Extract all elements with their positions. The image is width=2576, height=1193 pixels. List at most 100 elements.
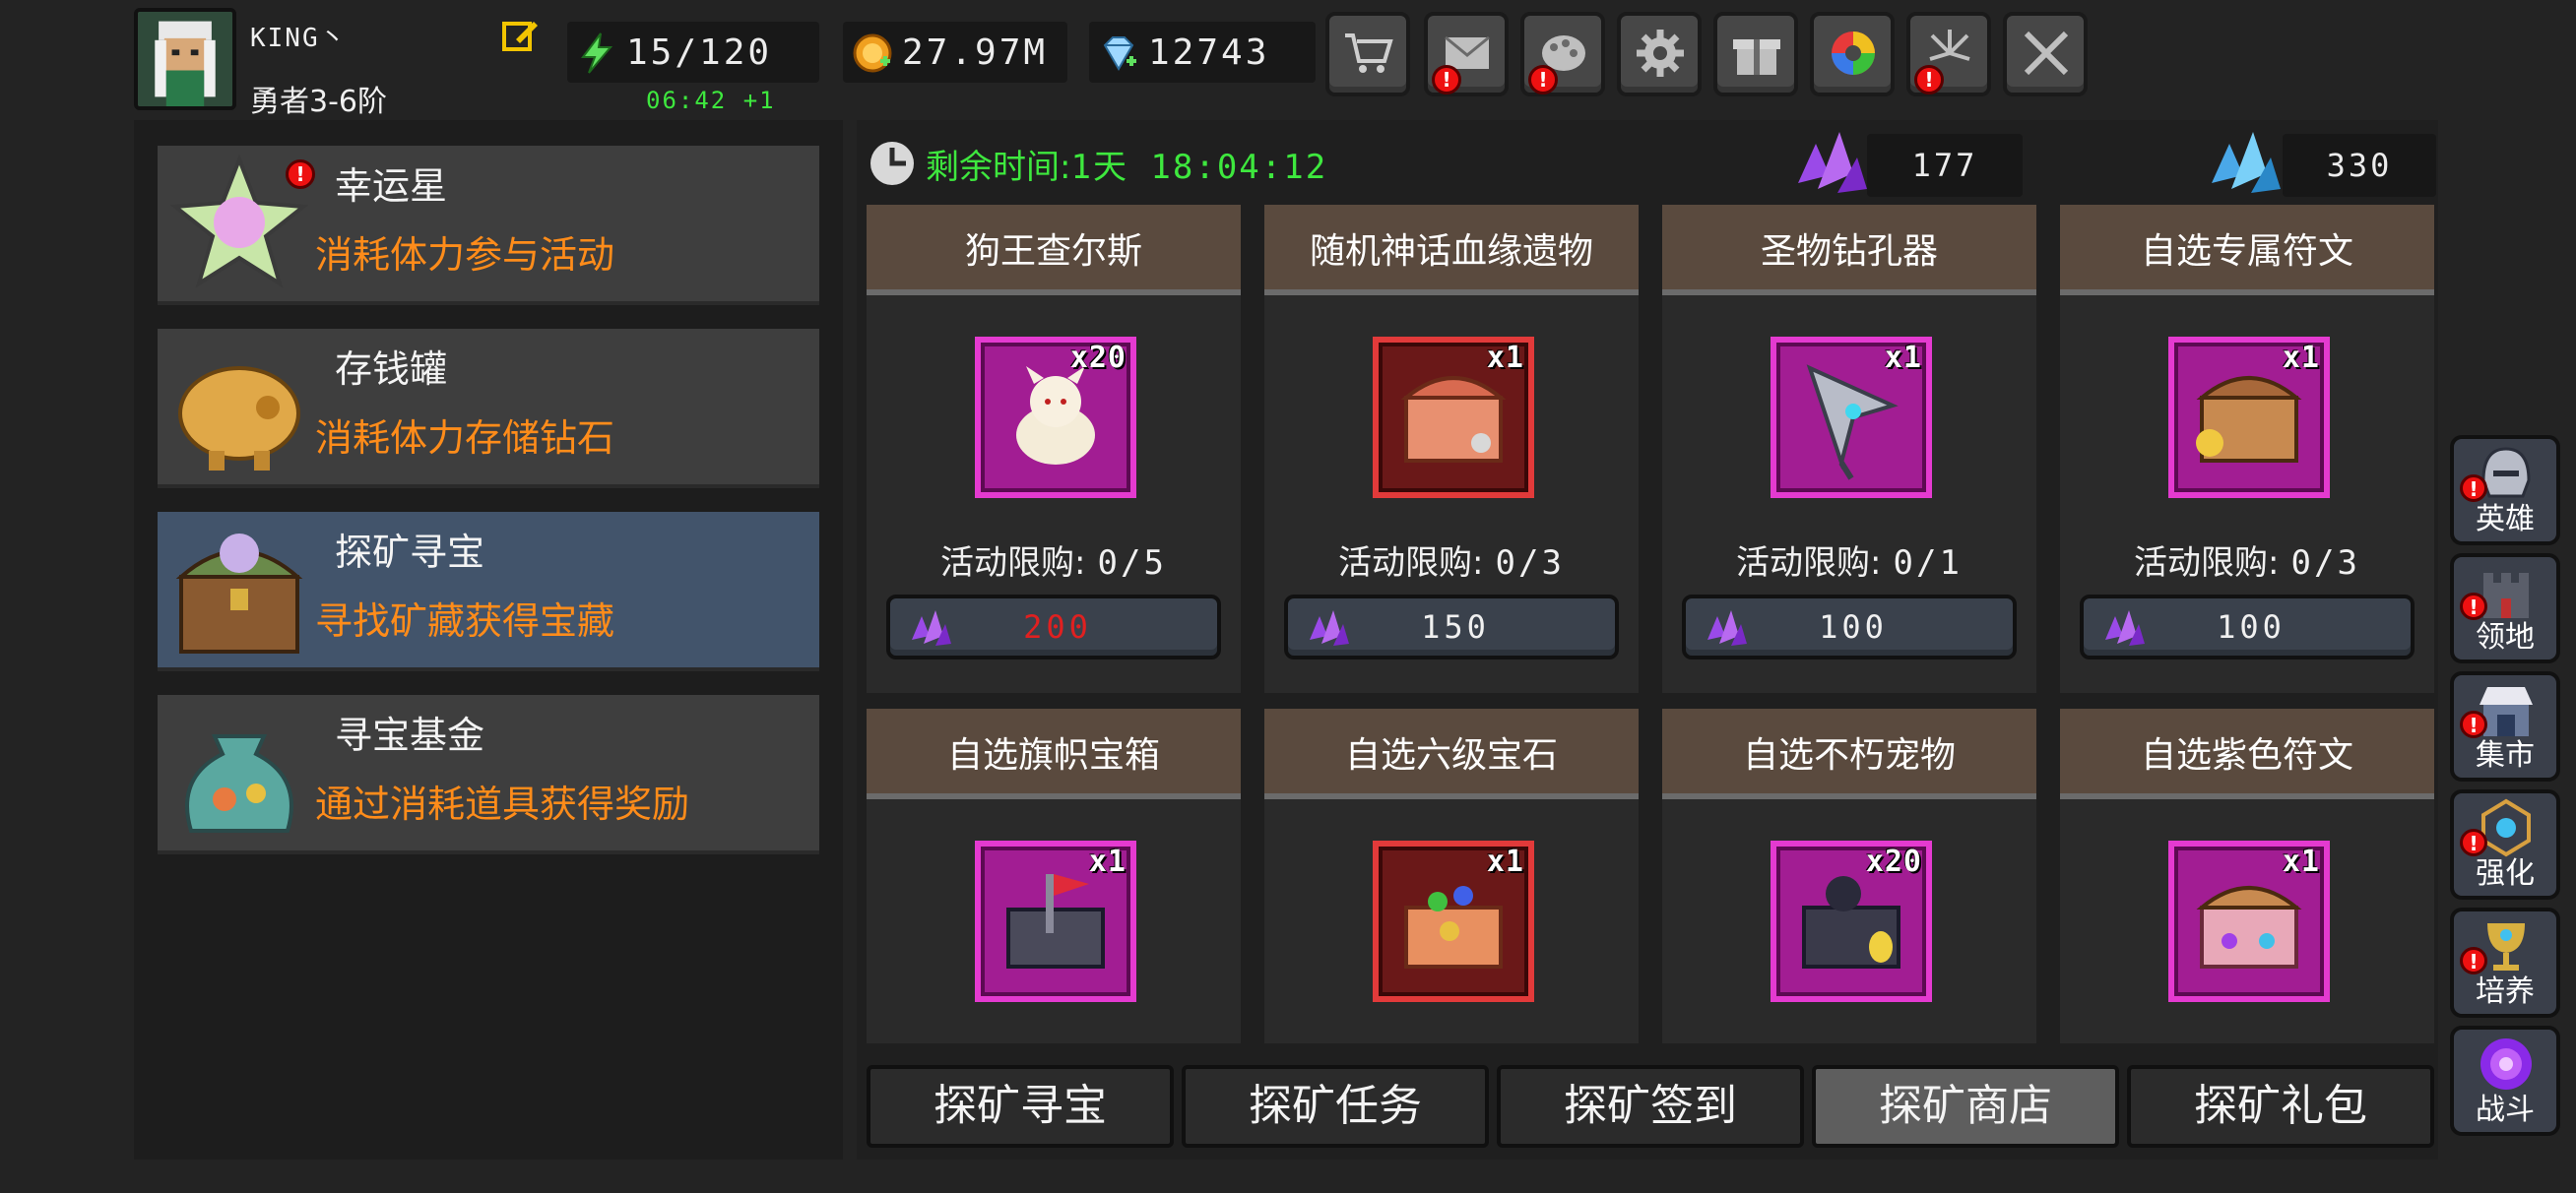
nav-label: 集市 bbox=[2476, 738, 2535, 773]
nav-label: 培养 bbox=[2476, 974, 2535, 1009]
player-avatar[interactable] bbox=[134, 8, 236, 110]
item-slot[interactable]: x1 bbox=[1373, 841, 1534, 1002]
item-quantity: x1 bbox=[1884, 341, 1922, 375]
shop-item-card: 自选专属符文 x1 活动限购: 0/3 100 bbox=[2060, 205, 2434, 693]
event-desc: 消耗体力存储钻石 bbox=[315, 416, 615, 460]
item-slot[interactable]: x1 bbox=[2168, 841, 2330, 1002]
alert-icon: ! bbox=[1432, 65, 1461, 94]
shop-item-card: 随机神话血缘遗物 x1 活动限购: 0/3 150 bbox=[1264, 205, 1639, 693]
limit-label: 活动限购: bbox=[1736, 543, 1882, 583]
color-wheel-button[interactable] bbox=[1810, 12, 1895, 96]
mail-button[interactable]: ! bbox=[1424, 12, 1509, 96]
item-slot[interactable]: x1 bbox=[2168, 337, 2330, 498]
item-quantity: x1 bbox=[2282, 341, 2320, 375]
item-quantity: x20 bbox=[1865, 845, 1922, 879]
energy-timer: 06:42 +1 bbox=[646, 87, 776, 114]
nav-label: 强化 bbox=[2476, 856, 2535, 891]
limit-value: 0/1 bbox=[1893, 543, 1963, 583]
price-value: 100 bbox=[1819, 608, 1888, 646]
item-slot[interactable]: x1 bbox=[1771, 337, 1932, 498]
piggy-bank-icon bbox=[178, 366, 300, 471]
diamond-counter[interactable]: 12743 bbox=[1089, 22, 1316, 83]
item-slot[interactable]: x20 bbox=[1771, 841, 1932, 1002]
diamond-value: 12743 bbox=[1148, 31, 1270, 73]
event-list-panel: ! 幸运星 消耗体力参与活动 存钱罐 消耗体力存储钻石 探矿寻宝 寻找矿藏获得宝… bbox=[134, 120, 843, 1160]
buy-button[interactable]: 100 bbox=[2080, 595, 2415, 659]
event-item-piggy-bank[interactable]: 存钱罐 消耗体力存储钻石 bbox=[158, 329, 819, 488]
energy-value: 15/120 bbox=[626, 31, 773, 73]
top-bar: KING丶 勇者3-6阶 15/120 06:42 +1 27.97M 1274… bbox=[0, 0, 2576, 120]
nav-enhance-button[interactable]: ! 强化 bbox=[2450, 789, 2560, 900]
tab-treasure-hunt[interactable]: 探矿寻宝 bbox=[867, 1065, 1174, 1148]
item-name: 自选六级宝石 bbox=[1264, 709, 1639, 799]
treasure-bag-icon bbox=[185, 734, 293, 833]
tab-mining-signin[interactable]: 探矿签到 bbox=[1497, 1065, 1804, 1148]
shop-button[interactable] bbox=[1325, 12, 1410, 96]
alert-icon: ! bbox=[1528, 65, 1558, 94]
event-item-treasure-hunt[interactable]: 探矿寻宝 寻找矿藏获得宝藏 bbox=[158, 512, 819, 671]
gift-button[interactable] bbox=[1713, 12, 1798, 96]
energy-counter[interactable]: 15/120 bbox=[567, 22, 819, 83]
gold-coin-icon bbox=[853, 33, 892, 73]
shop-item-card: 自选紫色符文 x1 bbox=[2060, 709, 2434, 1043]
event-desc: 消耗体力参与活动 bbox=[315, 233, 615, 277]
nav-hero-button[interactable]: ! 英雄 bbox=[2450, 435, 2560, 545]
limit-value: 0/3 bbox=[1495, 543, 1565, 583]
tab-mining-shop[interactable]: 探矿商店 bbox=[1812, 1065, 2119, 1148]
shop-item-grid: 狗王查尔斯 x20 活动限购: 0/5 200 随机神话血缘遗物 x1 活动限购… bbox=[867, 205, 2438, 1043]
buy-button[interactable]: 150 bbox=[1284, 595, 1619, 659]
shop-item-card: 自选不朽宠物 x20 bbox=[1662, 709, 2036, 1043]
item-slot[interactable]: x1 bbox=[975, 841, 1136, 1002]
event-item-lucky-star[interactable]: ! 幸运星 消耗体力参与活动 bbox=[158, 146, 819, 305]
nav-battle-button[interactable]: 战斗 bbox=[2450, 1026, 2560, 1136]
event-title: 幸运星 bbox=[335, 164, 448, 208]
purchase-limit: 活动限购: 0/1 bbox=[1662, 535, 2036, 584]
avatar-portrait-icon bbox=[138, 12, 232, 106]
nav-market-button[interactable]: ! 集市 bbox=[2450, 671, 2560, 782]
alert-icon: ! bbox=[1914, 65, 1944, 94]
tab-mining-tasks[interactable]: 探矿任务 bbox=[1182, 1065, 1489, 1148]
shop-item-card: 自选旗帜宝箱 x1 bbox=[867, 709, 1241, 1043]
player-rank: 勇者3-6阶 bbox=[250, 85, 387, 119]
purchase-limit: 活动限购: 0/3 bbox=[1264, 535, 1639, 584]
nav-label: 英雄 bbox=[2476, 502, 2535, 536]
buy-button[interactable]: 100 bbox=[1682, 595, 2017, 659]
nav-cultivate-button[interactable]: ! 培养 bbox=[2450, 908, 2560, 1018]
item-name: 自选旗帜宝箱 bbox=[867, 709, 1241, 799]
gold-counter[interactable]: 27.97M bbox=[843, 22, 1067, 83]
fireworks-button[interactable]: ! bbox=[1906, 12, 1991, 96]
palette-button[interactable]: ! bbox=[1520, 12, 1605, 96]
limit-label: 活动限购: bbox=[1338, 543, 1484, 583]
clock-icon bbox=[870, 142, 914, 185]
item-quantity: x1 bbox=[2282, 845, 2320, 879]
limit-value: 0/3 bbox=[2290, 543, 2360, 583]
shop-item-card: 圣物钻孔器 x1 活动限购: 0/1 100 bbox=[1662, 205, 2036, 693]
tab-mining-gift-pack[interactable]: 探矿礼包 bbox=[2127, 1065, 2434, 1148]
item-name: 自选不朽宠物 bbox=[1662, 709, 2036, 799]
event-desc: 通过消耗道具获得奖励 bbox=[315, 783, 690, 826]
item-quantity: x20 bbox=[1069, 341, 1127, 375]
mining-tabs: 探矿寻宝 探矿任务 探矿签到 探矿商店 探矿礼包 bbox=[867, 1065, 2438, 1152]
battle-button[interactable] bbox=[2003, 12, 2088, 96]
limit-value: 0/5 bbox=[1097, 543, 1167, 583]
settings-button[interactable] bbox=[1617, 12, 1702, 96]
edit-icon bbox=[502, 22, 538, 51]
limit-label: 活动限购: bbox=[940, 543, 1086, 583]
event-title: 寻宝基金 bbox=[335, 714, 485, 757]
item-name: 随机神话血缘遗物 bbox=[1264, 205, 1639, 295]
item-slot[interactable]: x20 bbox=[975, 337, 1136, 498]
blue-crystal-icon bbox=[2212, 132, 2281, 193]
price-value: 100 bbox=[2217, 608, 2286, 646]
buy-button[interactable]: 200 bbox=[886, 595, 1221, 659]
timer-value: 1天 18:04:12 bbox=[1070, 147, 1328, 187]
price-value: 150 bbox=[1421, 608, 1490, 646]
timer-label: 剩余时间: bbox=[926, 147, 1071, 187]
shop-item-card: 自选六级宝石 x1 bbox=[1264, 709, 1639, 1043]
purchase-limit: 活动限购: 0/5 bbox=[867, 535, 1241, 584]
edit-name-button[interactable] bbox=[500, 16, 540, 55]
treasure-chest-icon bbox=[175, 534, 303, 654]
nav-territory-button[interactable]: ! 领地 bbox=[2450, 553, 2560, 663]
event-item-treasure-fund[interactable]: 寻宝基金 通过消耗道具获得奖励 bbox=[158, 695, 819, 854]
item-slot[interactable]: x1 bbox=[1373, 337, 1534, 498]
color-wheel-icon bbox=[1832, 31, 1875, 75]
